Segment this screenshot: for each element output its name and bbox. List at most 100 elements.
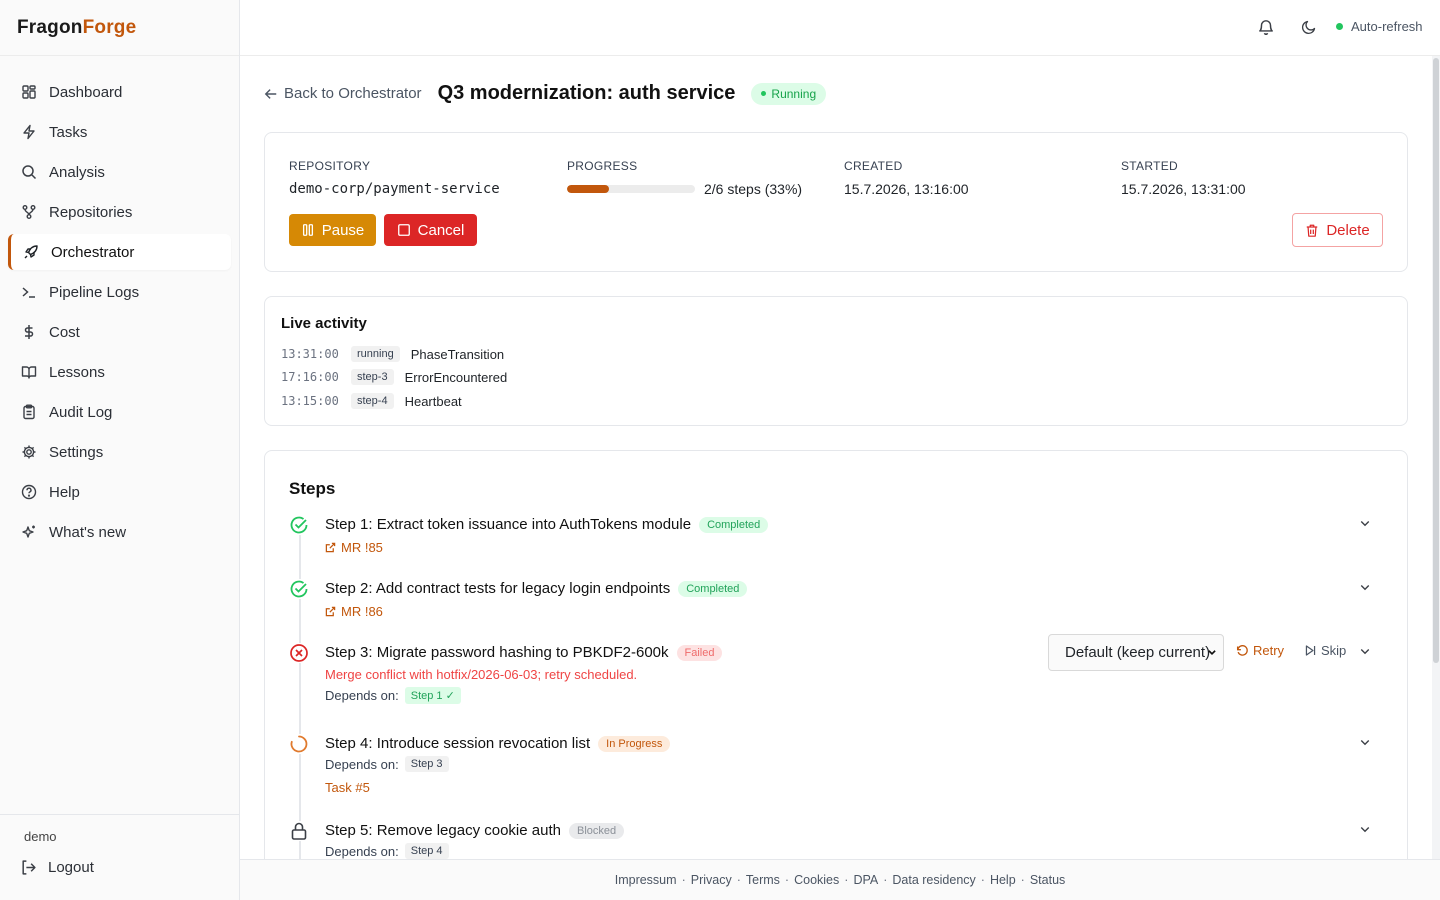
logout-icon [20,859,37,876]
user-name: demo [24,829,57,844]
zap-icon [20,124,37,141]
sidebar-item-whats-new[interactable]: What's new [8,514,231,550]
scrollbar-thumb[interactable] [1433,58,1439,663]
logout-button[interactable]: Logout [20,859,94,876]
status-label: Running [771,86,817,101]
pause-label: Pause [321,221,365,239]
sidebar-item-cost[interactable]: Cost [8,314,231,350]
status-badge: Running [751,82,827,105]
rocket-icon [22,244,39,261]
created-value: 15.7.2026, 13:16:00 [844,181,969,197]
page-footer: Impressum · Privacy · Terms · Cookies · DPA ·… [240,859,1440,900]
moon-icon[interactable] [1301,19,1317,40]
chevron-down-icon[interactable] [1359,736,1371,748]
activity-tag: running [351,346,400,362]
logout-label: Logout [48,859,94,876]
help-circle-icon [20,484,37,501]
cancel-button[interactable]: Cancel [384,214,477,246]
model-select-value: Default (keep current) [1065,644,1211,661]
sidebar-item-audit-log[interactable]: Audit Log [8,394,231,430]
footer-link-terms[interactable]: Terms [746,873,780,887]
depends-on-label: Depends on: [325,688,399,703]
sidebar-item-label: Settings [49,443,104,461]
dependency-tag: Step 3 [404,756,449,772]
rotate-ccw-icon [1236,644,1249,657]
arrow-left-icon [264,87,278,101]
back-link[interactable]: Back to Orchestrator [264,85,422,102]
footer-link-help[interactable]: Help [990,873,1016,887]
started-value: 15.7.2026, 13:31:00 [1121,181,1246,197]
merge-request-link[interactable]: MR !86 [325,604,383,619]
created-label: CREATED [844,159,903,173]
sidebar-item-repositories[interactable]: Repositories [8,194,231,230]
lock-icon [289,821,309,841]
sidebar-item-dashboard[interactable]: Dashboard [8,74,231,110]
chevron-down-icon [1207,647,1217,657]
footer-link-data-residency[interactable]: Data residency [892,873,975,887]
footer-link-impressum[interactable]: Impressum [615,873,677,887]
sidebar-item-analysis[interactable]: Analysis [8,154,231,190]
started-meta: STARTED 15.7.2026, 13:31:00 [1121,159,1246,197]
sidebar-item-pipeline-logs[interactable]: Pipeline Logs [8,274,231,310]
footer-separator: · [844,873,849,887]
footer-link-cookies[interactable]: Cookies [794,873,839,887]
merge-request-link[interactable]: MR !85 [325,540,383,555]
sidebar-item-orchestrator[interactable]: Orchestrator [8,234,231,270]
sidebar-item-settings[interactable]: Settings [8,434,231,470]
check-circle-icon [289,579,309,599]
repository-meta: REPOSITORY demo-corp/payment-service [289,159,500,197]
sidebar-item-lessons[interactable]: Lessons [8,354,231,390]
chevron-down-icon[interactable] [1359,823,1371,835]
footer-link-dpa[interactable]: DPA [853,873,878,887]
footer-link-status[interactable]: Status [1030,873,1065,887]
steps-card: Steps Step 1: Extract token issuance int… [264,450,1408,859]
dependency-tag: Step 1 ✓ [404,687,461,704]
depends-on-label: Depends on: [325,843,399,859]
depends-on-label: Depends on: [325,756,399,772]
repository-value: demo-corp/payment-service [289,181,500,197]
sidebar-item-help[interactable]: Help [8,474,231,510]
step-dependencies: Depends on: Step 1 ✓ [325,687,461,704]
created-meta: CREATED 15.7.2026, 13:16:00 [844,159,969,197]
pause-button[interactable]: Pause [289,214,376,246]
delete-button[interactable]: Delete [1292,213,1383,247]
skip-forward-icon [1304,644,1317,657]
activity-event: ErrorEncountered [404,369,508,385]
sidebar-footer: demo Logout [0,814,239,900]
model-select[interactable]: Default (keep current) [1048,634,1224,671]
task-link[interactable]: Task #5 [325,780,370,795]
search-icon [20,164,37,181]
merge-request-label: MR !85 [341,540,383,555]
chevron-down-icon[interactable] [1359,581,1371,593]
chevron-down-icon[interactable] [1359,517,1371,529]
progress-meta: PROGRESS 2/6 steps (33%) [567,159,802,197]
status-dot [1336,23,1343,30]
dependency-tag: Step 4 [404,843,449,859]
step-status-badge: In Progress [598,735,671,752]
chevron-down-icon[interactable] [1359,645,1371,657]
cancel-label: Cancel [417,221,465,239]
footer-separator: · [681,873,686,887]
skip-button[interactable]: Skip [1304,643,1346,658]
bell-icon[interactable] [1257,18,1275,41]
delete-label: Delete [1326,221,1370,239]
main-content: Back to Orchestrator Q3 modernization: a… [240,56,1432,859]
brand-logo[interactable]: Fragon Forge [0,0,239,56]
step-title: Step 3: Migrate password hashing to PBKD… [325,644,669,661]
page-title: Q3 modernization: auth service [437,82,736,104]
page-header: Back to Orchestrator Q3 modernization: a… [264,82,827,105]
sidebar-item-label: Repositories [49,203,133,221]
retry-button[interactable]: Retry [1236,643,1284,658]
step-dependencies: Depends on: Step 4 [325,843,449,859]
step-title-row: Step 1: Extract token issuance into Auth… [325,516,769,533]
retry-label: Retry [1253,643,1285,658]
stop-square-icon [397,223,411,237]
sidebar-item-tasks[interactable]: Tasks [8,114,231,150]
spinner-icon [289,734,309,754]
auto-refresh-toggle[interactable]: Auto-refresh [1336,19,1423,34]
footer-link-privacy[interactable]: Privacy [691,873,732,887]
step-title-row: Step 3: Migrate password hashing to PBKD… [325,644,723,661]
activity-row: 13:15:00 step-4 Heartbeat [281,393,462,409]
main-scrollbar[interactable] [1432,56,1440,859]
sidebar-item-label: Orchestrator [51,243,135,261]
